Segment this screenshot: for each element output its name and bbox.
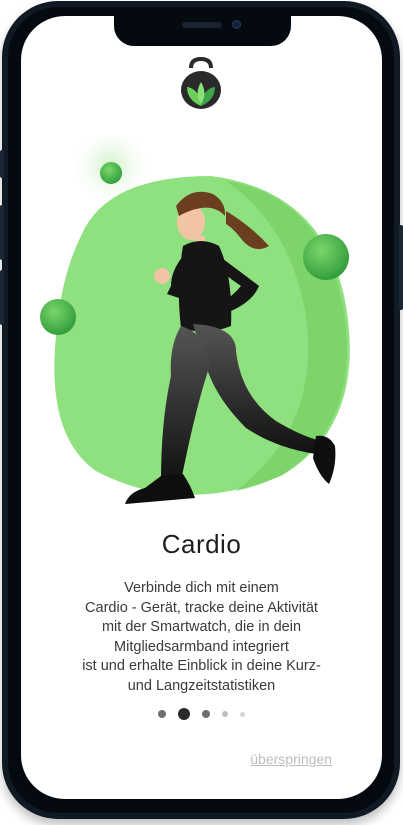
skip-link[interactable]: überspringen (250, 751, 332, 767)
front-camera (232, 20, 241, 29)
description-line: und Langzeitstatistiken (127, 677, 276, 694)
description-line: Mitgliedsarmband integriert (114, 638, 289, 655)
left-ball-decoration (40, 299, 76, 335)
page-description: Verbinde dich mit einem Cardio - Gerät, … (41, 579, 362, 696)
description-line: ist und erhalte Einblick in deine Kurz- (82, 658, 321, 674)
description-line: mit der Smartwatch, die in dein (101, 619, 302, 635)
small-ball-decoration (100, 162, 122, 184)
earpiece-speaker (182, 22, 222, 28)
page-dot-5[interactable] (240, 711, 245, 717)
notch (114, 16, 291, 46)
page-indicator (21, 706, 382, 722)
page-dot-4[interactable] (222, 711, 228, 717)
volume-up-button (0, 205, 4, 260)
app-screen: Cardio Verbinde dich mit einem Cardio - … (21, 16, 382, 799)
right-ball-decoration (303, 234, 349, 280)
page-dot-1[interactable] (158, 710, 166, 718)
description-line: Verbinde dich mit einem (124, 580, 279, 596)
description-line: Cardio - Gerät, tracke deine Aktivität (85, 599, 318, 616)
page-dot-2-active[interactable] (178, 708, 190, 720)
volume-down-button (0, 270, 4, 325)
cardio-runner-illustration (40, 136, 350, 504)
page-dot-3[interactable] (202, 710, 210, 718)
page-title: Cardio (161, 529, 242, 559)
kettlebell-leaf-logo-icon (181, 56, 221, 109)
mute-switch (0, 150, 4, 178)
power-button (399, 225, 403, 310)
